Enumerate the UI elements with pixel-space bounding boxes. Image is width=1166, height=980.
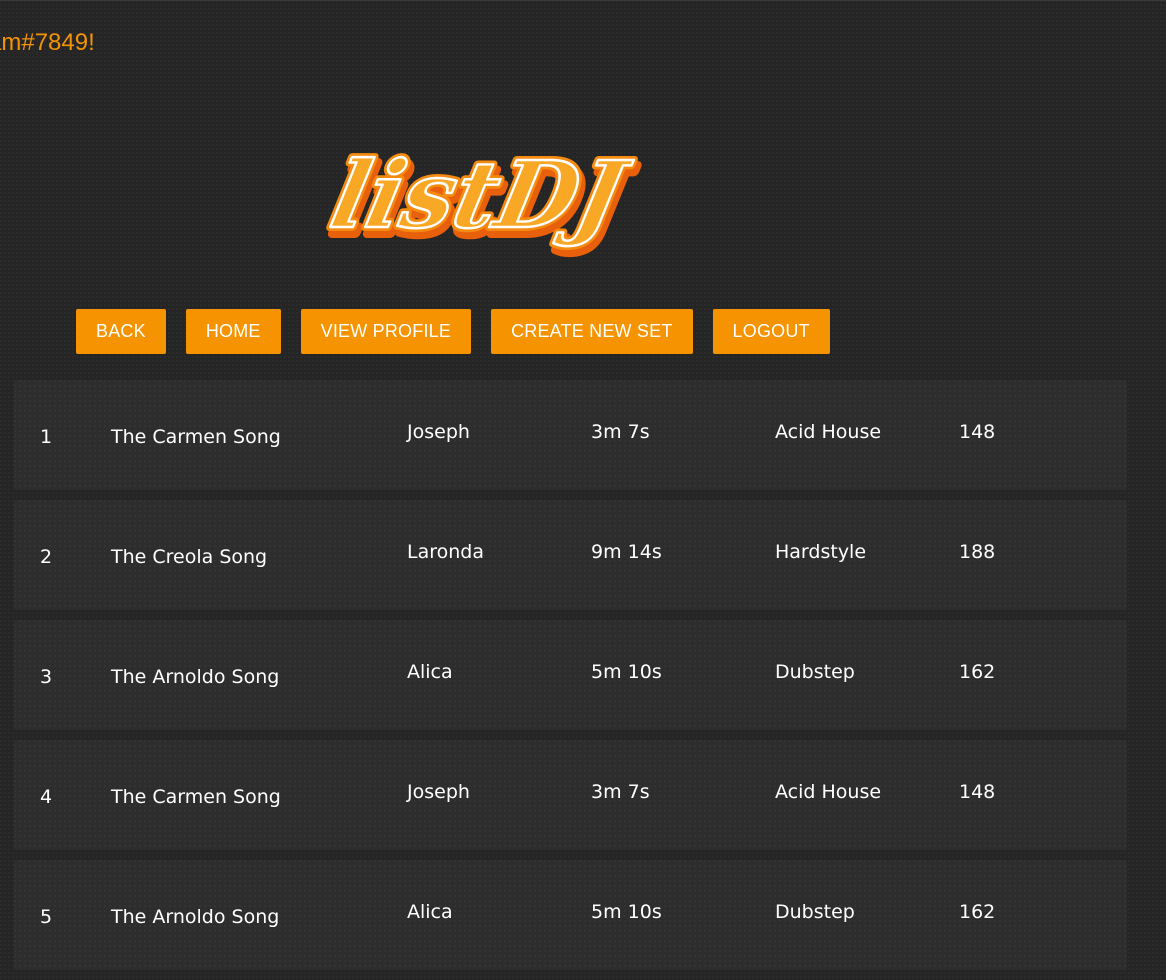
track-artist: Joseph (407, 781, 470, 803)
track-row[interactable]: 2 The Creola Song Laronda 9m 14s Hardsty… (14, 500, 1127, 610)
track-bpm: 162 (959, 661, 996, 683)
track-row[interactable]: 1 The Carmen Song Joseph 3m 7s Acid Hous… (14, 380, 1127, 490)
nav-bar: BACK HOME VIEW PROFILE CREATE NEW SET LO… (76, 309, 830, 354)
track-artist: Alica (407, 901, 453, 923)
track-title: The Carmen Song (111, 426, 281, 448)
track-bpm: 162 (959, 901, 996, 923)
track-title: The Arnoldo Song (111, 666, 280, 688)
back-button[interactable]: BACK (76, 309, 166, 354)
track-length: 5m 10s (591, 661, 662, 683)
track-length: 5m 10s (591, 901, 662, 923)
home-button[interactable]: HOME (185, 309, 281, 354)
track-genre: Dubstep (775, 901, 855, 923)
welcome-message: am#7849! (0, 29, 95, 56)
track-artist: Alica (407, 661, 453, 683)
track-row[interactable]: 4 The Carmen Song Joseph 3m 7s Acid Hous… (14, 740, 1127, 850)
create-new-set-button[interactable]: CREATE NEW SET (491, 309, 693, 354)
track-title: The Carmen Song (111, 786, 281, 808)
listdj-logo: listDJ listDJ listDJ (318, 129, 646, 264)
track-bpm: 148 (959, 781, 996, 803)
track-bpm: 148 (959, 421, 996, 443)
track-number: 2 (40, 546, 53, 568)
track-genre: Dubstep (775, 661, 855, 683)
track-title: The Creola Song (111, 546, 268, 568)
track-genre: Acid House (775, 421, 882, 443)
track-row[interactable]: 5 The Arnoldo Song Alica 5m 10s Dubstep … (14, 860, 1127, 970)
track-artist: Laronda (407, 541, 484, 563)
track-list: 1 The Carmen Song Joseph 3m 7s Acid Hous… (14, 380, 1127, 980)
track-genre: Hardstyle (775, 541, 867, 563)
track-bpm: 188 (959, 541, 996, 563)
logout-button[interactable]: LOGOUT (712, 309, 830, 354)
logo-graphic: listDJ listDJ listDJ (319, 137, 646, 260)
track-number: 4 (40, 786, 53, 808)
track-row[interactable]: 3 The Arnoldo Song Alica 5m 10s Dubstep … (14, 620, 1127, 730)
track-length: 9m 14s (591, 541, 662, 563)
svg-text:listDJ: listDJ (323, 141, 638, 249)
track-artist: Joseph (407, 421, 470, 443)
track-number: 1 (40, 426, 53, 448)
view-profile-button[interactable]: VIEW PROFILE (300, 309, 472, 354)
track-length: 3m 7s (591, 781, 650, 803)
track-number: 3 (40, 666, 53, 688)
track-length: 3m 7s (591, 421, 650, 443)
track-genre: Acid House (775, 781, 882, 803)
